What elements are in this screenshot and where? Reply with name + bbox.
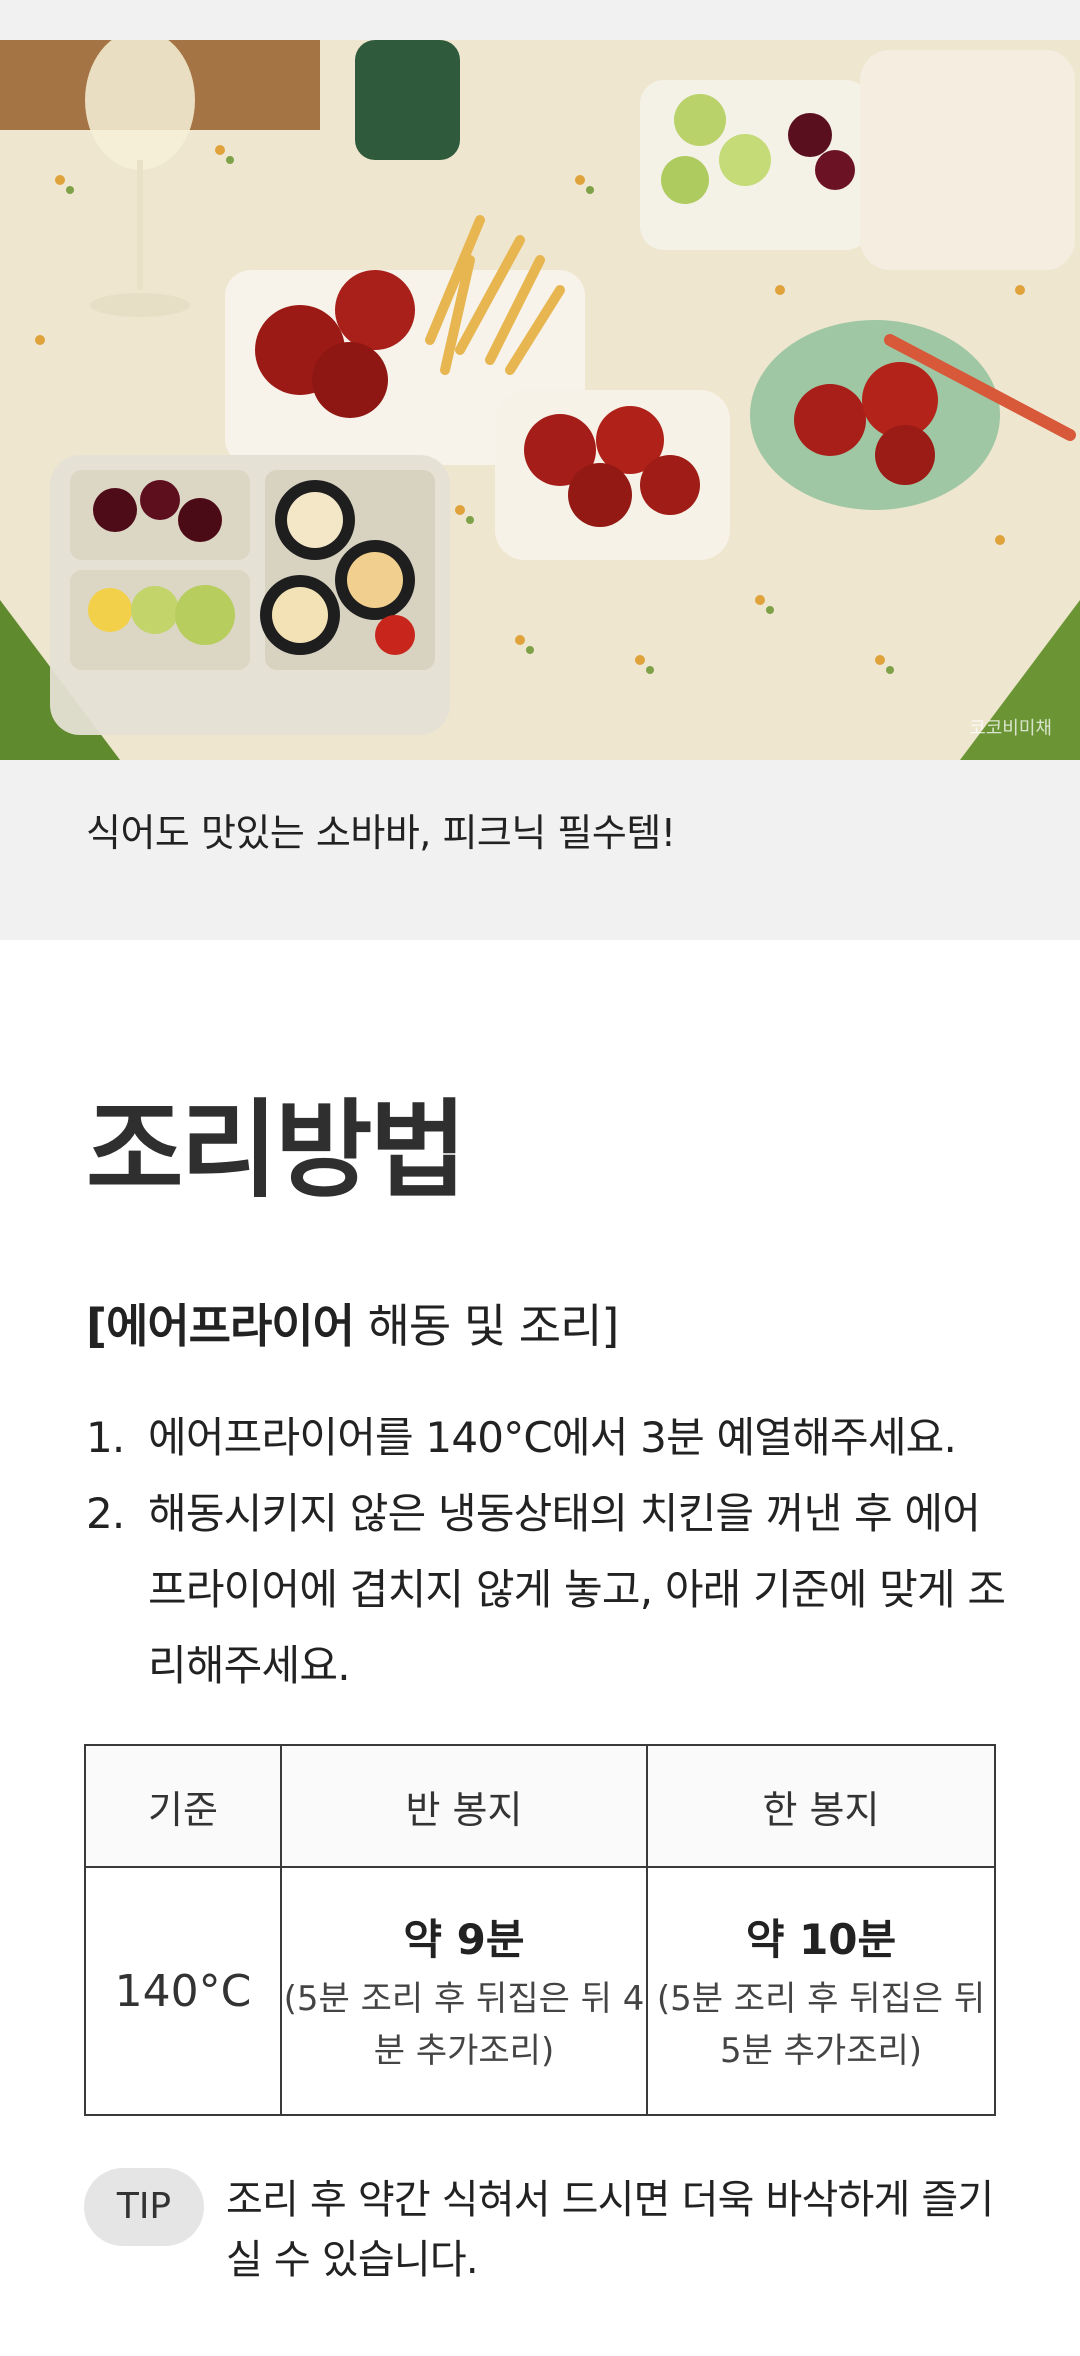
- photo-watermark: 코코비미채: [969, 718, 1052, 739]
- table-header-row: 기준 반 봉지 한 봉지: [84, 1744, 996, 1868]
- half-bag-note: (5분 조리 후 뒤집은 뒤 4분 추가조리): [283, 1978, 645, 2071]
- step-text: 에어프라이어를 140°C에서 3분 예열해주세요.: [148, 1413, 957, 1462]
- steps-list: 1. 에어프라이어를 140°C에서 3분 예열해주세요. 2. 해동시키지 않…: [86, 1400, 1006, 1704]
- step-item: 1. 에어프라이어를 140°C에서 3분 예열해주세요.: [86, 1400, 1006, 1476]
- tip-badge: TIP: [84, 2168, 204, 2246]
- cooking-time-table: 기준 반 봉지 한 봉지 140°C 약 9분 (5분 조리 후 뒤집은 뒤 4…: [84, 1744, 996, 2116]
- step-item: 2. 해동시키지 않은 냉동상태의 치킨을 꺼낸 후 에어프라이어에 겹치지 않…: [86, 1476, 1006, 1704]
- full-bag-time: 약 10분: [745, 1914, 897, 1964]
- cell-half-bag: 약 9분 (5분 조리 후 뒤집은 뒤 4분 추가조리): [280, 1866, 648, 2116]
- header-standard: 기준: [84, 1744, 282, 1868]
- caption-band: 식어도 맛있는 소바바, 피크닉 필수템!: [0, 760, 1080, 940]
- section-title: 조리방법: [86, 1089, 467, 1212]
- picnic-illustration: [0, 40, 1080, 760]
- header-full-bag: 한 봉지: [646, 1744, 996, 1868]
- subtitle-rest: 해동 및 조리]: [353, 1299, 620, 1353]
- table-row: 140°C 약 9분 (5분 조리 후 뒤집은 뒤 4분 추가조리) 약 10분…: [84, 1866, 996, 2116]
- tip-text: 조리 후 약간 식혀서 드시면 더욱 바삭하게 즐기실 수 있습니다.: [226, 2177, 994, 2283]
- subtitle-bold: [에어프라이어: [86, 1299, 355, 1353]
- top-strip: [0, 0, 1080, 40]
- full-bag-note: (5분 조리 후 뒤집은 뒤 5분 추가조리): [656, 1978, 986, 2071]
- cell-full-bag: 약 10분 (5분 조리 후 뒤집은 뒤 5분 추가조리): [646, 1866, 996, 2116]
- step-text: 해동시키지 않은 냉동상태의 치킨을 꺼낸 후 에어프라이어에 겹치지 않게 놓…: [148, 1489, 1006, 1690]
- step-number: 2.: [86, 1489, 125, 1538]
- picnic-food-photo: 코코비미채: [0, 40, 1080, 760]
- photo-caption: 식어도 맛있는 소바바, 피크닉 필수템!: [86, 811, 676, 855]
- method-subtitle: [에어프라이어 해동 및 조리]: [86, 1290, 620, 1356]
- half-bag-time: 약 9분: [403, 1914, 525, 1964]
- header-half-bag: 반 봉지: [280, 1744, 648, 1868]
- temperature-value: 140°C: [114, 1965, 252, 2017]
- step-number: 1.: [86, 1413, 125, 1462]
- cell-temperature: 140°C: [84, 1866, 282, 2116]
